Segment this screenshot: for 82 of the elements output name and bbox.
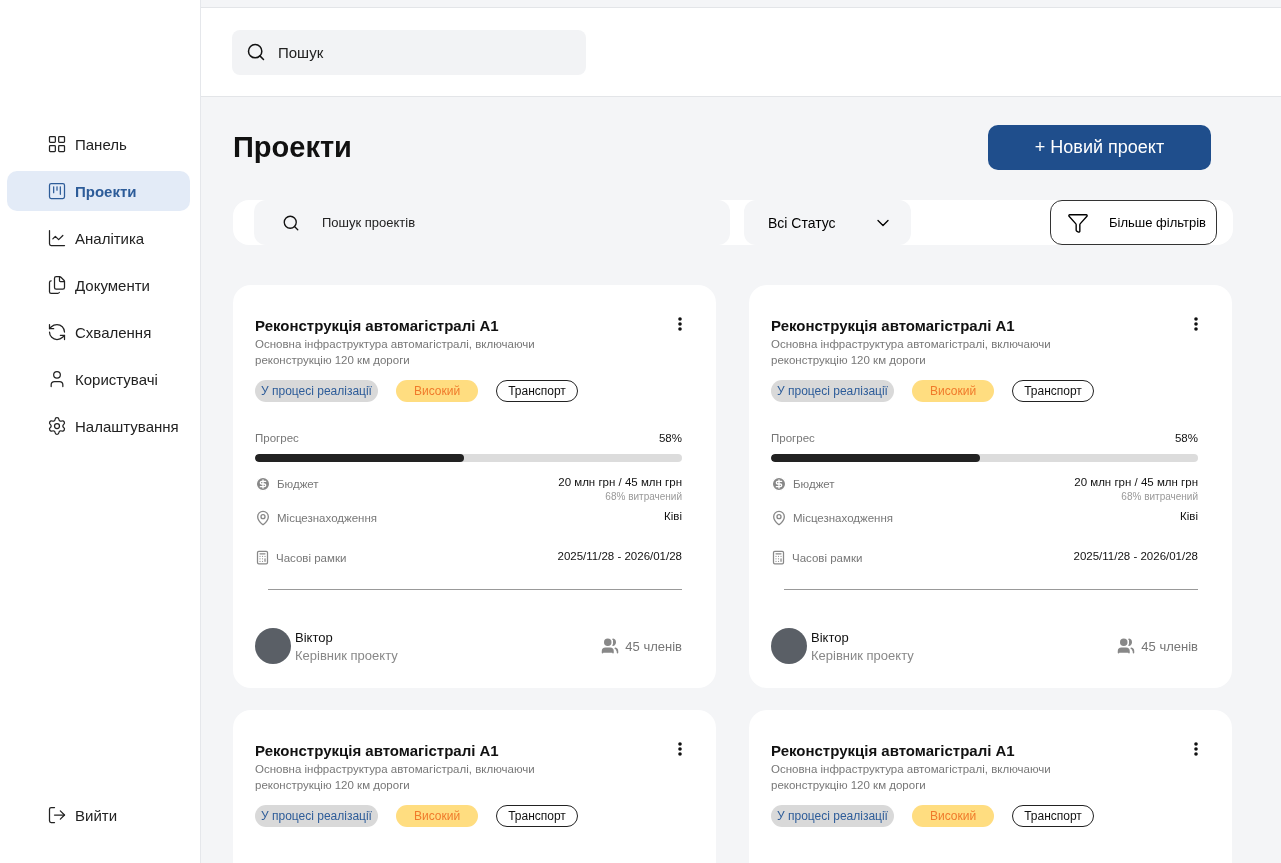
new-project-button[interactable]: + Новий проект xyxy=(988,125,1211,170)
avatar xyxy=(255,628,291,664)
line-chart-icon xyxy=(47,228,67,248)
location-value: Ківі xyxy=(1180,510,1198,522)
project-description: Основна інфраструктура автомагістралі, включаючи реконструкцію 120 км дороги xyxy=(255,337,536,368)
budget-value: 20 млн грн / 45 млн грн xyxy=(558,476,682,488)
manager-name: Віктор xyxy=(295,629,334,645)
calculator-icon xyxy=(771,550,786,565)
members-count: 45 членів xyxy=(625,638,682,654)
vertical-dots-icon xyxy=(678,317,682,331)
users-icon xyxy=(601,637,620,655)
progress-label: Прогрес xyxy=(771,432,815,444)
nav-item[interactable]: Схвалення xyxy=(7,312,190,352)
dollar-icon xyxy=(255,476,271,492)
map-pin-icon xyxy=(255,510,271,526)
project-title: Реконструкція автомагістралі A1 xyxy=(771,317,1016,334)
more-filters-button[interactable]: Більше фільтрів xyxy=(1050,200,1217,245)
project-tag: У процесі реалізації xyxy=(771,805,894,827)
project-tag: Високий xyxy=(395,380,479,402)
members-count: 45 членів xyxy=(1141,638,1198,654)
nav-item[interactable]: Панель xyxy=(7,124,190,164)
budget-label: Бюджет xyxy=(793,478,835,490)
nav-item[interactable]: Аналітика xyxy=(7,218,190,258)
search-field[interactable]: Пошук xyxy=(232,29,586,75)
status-dropdown[interactable]: Всі Статус xyxy=(744,200,911,245)
location-label: Місцезнаходження xyxy=(793,512,893,524)
nav-item[interactable]: Проекти xyxy=(7,171,190,211)
project-tag: У процесі реалізації xyxy=(771,380,894,402)
timeline-label: Часові рамки xyxy=(276,551,347,564)
nav-item[interactable]: Налаштування xyxy=(7,406,190,446)
nav-item[interactable]: Користувачі xyxy=(7,359,190,399)
refresh-icon xyxy=(47,322,67,342)
vertical-dots-icon xyxy=(678,742,682,756)
project-tag: Високий xyxy=(911,380,995,402)
budget-note: 68% витрачений xyxy=(1121,491,1198,502)
page-title: Проекти xyxy=(233,131,352,164)
budget-value: 20 млн грн / 45 млн грн xyxy=(1074,476,1198,488)
budget-note: 68% витрачений xyxy=(605,491,682,502)
budget-label: Бюджет xyxy=(277,478,319,490)
project-description: Основна інфраструктура автомагістралі, включаючи реконструкцію 120 км дороги xyxy=(771,762,1052,793)
progress-label: Прогрес xyxy=(255,432,299,444)
timeline-value: 2025/11/28 - 2026/01/28 xyxy=(557,550,682,562)
nav-item[interactable]: Документи xyxy=(7,265,190,305)
project-tag: Високий xyxy=(911,805,995,827)
project-tag: У процесі реалізації xyxy=(255,805,378,827)
manager-role: Керівник проекту xyxy=(295,647,398,663)
manager-role: Керівник проекту xyxy=(811,647,914,663)
location-label: Місцезнаходження xyxy=(277,512,377,524)
project-search-field[interactable]: Пошук проектів xyxy=(254,200,730,245)
users-icon xyxy=(1117,637,1136,655)
logout-link[interactable]: Вийти xyxy=(7,795,190,835)
project-tag: Високий xyxy=(395,805,479,827)
settings-icon xyxy=(47,416,67,436)
search-icon xyxy=(282,213,300,232)
map-pin-icon xyxy=(771,510,787,526)
filter-icon xyxy=(1067,211,1090,234)
logout-icon xyxy=(47,805,67,825)
project-description: Основна інфраструктура автомагістралі, включаючи реконструкцію 120 км дороги xyxy=(771,337,1052,368)
documents-icon xyxy=(47,275,67,295)
project-tag: У процесі реалізації xyxy=(255,380,378,402)
manager-name: Віктор xyxy=(811,629,850,645)
avatar xyxy=(771,628,807,664)
more-menu-button[interactable] xyxy=(1194,742,1198,756)
more-menu-button[interactable] xyxy=(1194,317,1198,331)
vertical-dots-icon xyxy=(1194,317,1198,331)
project-description: Основна інфраструктура автомагістралі, включаючи реконструкцію 120 км дороги xyxy=(255,762,536,793)
timeline-label: Часові рамки xyxy=(792,551,863,564)
project-title: Реконструкція автомагістралі A1 xyxy=(771,742,1016,759)
vertical-dots-icon xyxy=(1194,742,1198,756)
dollar-icon xyxy=(771,476,787,492)
search-icon xyxy=(246,42,266,62)
timeline-value: 2025/11/28 - 2026/01/28 xyxy=(1073,550,1198,562)
more-menu-button[interactable] xyxy=(678,317,682,331)
board-icon xyxy=(47,181,67,201)
location-value: Ківі xyxy=(664,510,682,522)
project-title: Реконструкція автомагістралі A1 xyxy=(255,317,500,334)
progress-reading: 58% xyxy=(658,432,682,444)
grid-icon xyxy=(47,134,67,154)
progress-reading: 58% xyxy=(1174,432,1198,444)
calculator-icon xyxy=(255,550,270,565)
project-title: Реконструкція автомагістралі A1 xyxy=(255,742,500,759)
more-menu-button[interactable] xyxy=(678,742,682,756)
